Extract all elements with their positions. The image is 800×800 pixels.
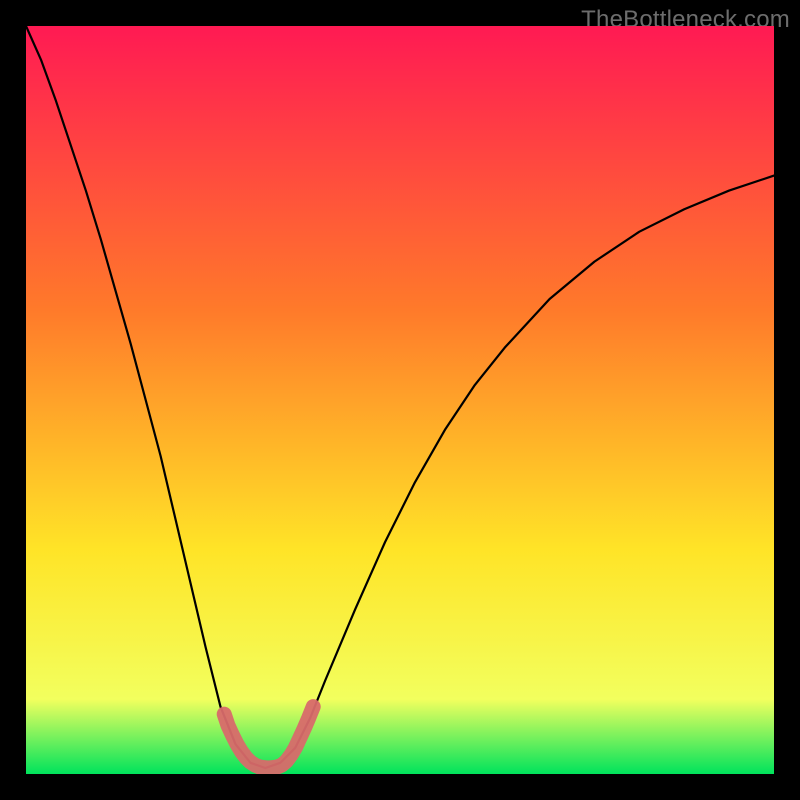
plot-area: [26, 26, 774, 774]
gradient-background: [26, 26, 774, 774]
chart-svg: [26, 26, 774, 774]
chart-frame: TheBottleneck.com: [0, 0, 800, 800]
